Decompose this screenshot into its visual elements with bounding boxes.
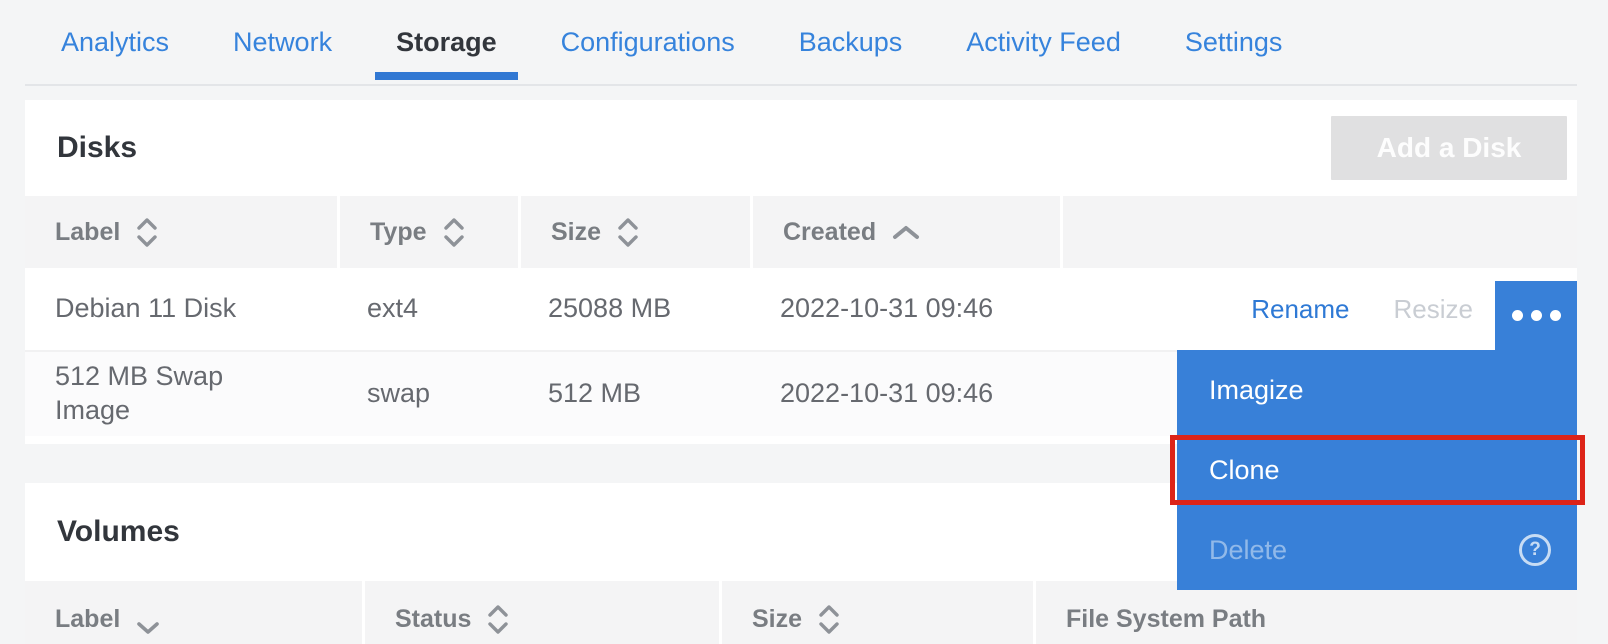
disks-col-type[interactable]: Type [337, 196, 518, 268]
sort-both-icon [443, 218, 465, 247]
disk-size-cell: 512 MB [518, 352, 750, 436]
disks-col-actions [1060, 196, 1577, 268]
volumes-col-size-text: Size [752, 605, 802, 634]
ellipsis-icon [1512, 310, 1523, 321]
disks-header-row: Disks Add a Disk [25, 100, 1577, 196]
tab-activity-feed[interactable]: Activity Feed [945, 0, 1142, 84]
disk-type-cell: ext4 [337, 268, 518, 350]
disks-col-created[interactable]: Created [750, 196, 1060, 268]
menu-item-delete[interactable]: Delete ? [1177, 510, 1577, 590]
storage-page: Analytics Network Storage Configurations… [0, 0, 1608, 644]
menu-item-delete-label: Delete [1209, 535, 1287, 566]
disks-col-created-text: Created [783, 218, 876, 247]
tab-backups[interactable]: Backups [778, 0, 924, 84]
menu-item-imagize-label: Imagize [1209, 375, 1304, 406]
help-icon[interactable]: ? [1519, 534, 1551, 566]
disks-title: Disks [57, 131, 137, 165]
sort-asc-icon [892, 225, 920, 240]
disk-size-cell: 25088 MB [518, 268, 750, 350]
volumes-table-header: Label Status Size File Sy [25, 581, 1577, 644]
menu-item-clone[interactable]: Clone [1177, 430, 1577, 510]
ellipsis-icon [1550, 310, 1561, 321]
volumes-col-label-text: Label [55, 605, 120, 634]
disks-col-size-text: Size [551, 218, 601, 247]
sort-desc-icon [136, 621, 160, 634]
volumes-title: Volumes [57, 515, 180, 549]
sort-both-icon [487, 605, 509, 634]
menu-item-clone-label: Clone [1209, 455, 1280, 486]
tab-storage[interactable]: Storage [375, 0, 518, 84]
disks-col-label-text: Label [55, 218, 120, 247]
volumes-col-label[interactable]: Label [25, 581, 362, 644]
disks-col-type-text: Type [370, 218, 427, 247]
volumes-col-fs-path[interactable]: File System Path [1033, 581, 1577, 644]
rename-button[interactable]: Rename [1251, 293, 1349, 326]
disks-table-header: Label Type Size [25, 196, 1577, 268]
volumes-col-size[interactable]: Size [719, 581, 1033, 644]
tab-network[interactable]: Network [212, 0, 353, 84]
disks-col-size[interactable]: Size [518, 196, 750, 268]
disk-type-cell: swap [337, 352, 518, 436]
add-a-disk-button[interactable]: Add a Disk [1331, 116, 1567, 180]
volumes-col-status-text: Status [395, 605, 471, 634]
table-row-debian-disk: Debian 11 Disk ext4 25088 MB 2022-10-31 … [25, 268, 1577, 350]
sort-both-icon [617, 218, 639, 247]
tab-analytics[interactable]: Analytics [40, 0, 190, 84]
tab-configurations[interactable]: Configurations [540, 0, 756, 84]
tab-settings[interactable]: Settings [1164, 0, 1304, 84]
row-actions-menu-button[interactable] [1495, 281, 1577, 350]
action-menu: Imagize Clone Delete ? [1177, 350, 1577, 590]
disk-created-cell: 2022-10-31 09:46 [750, 268, 1060, 350]
volumes-col-fs-path-text: File System Path [1066, 605, 1266, 634]
disk-label-cell: Debian 11 Disk [25, 268, 337, 350]
volumes-col-status[interactable]: Status [362, 581, 719, 644]
sort-both-icon [136, 218, 158, 247]
sort-both-icon [818, 605, 840, 634]
tab-bar: Analytics Network Storage Configurations… [25, 0, 1577, 86]
ellipsis-icon [1531, 310, 1542, 321]
disk-actions-cell: Rename Resize [1060, 268, 1577, 350]
menu-item-imagize[interactable]: Imagize [1177, 350, 1577, 430]
disk-created-cell: 2022-10-31 09:46 [750, 352, 1060, 436]
disk-label-cell: 512 MB Swap Image [25, 352, 337, 436]
disks-col-label[interactable]: Label [25, 196, 337, 268]
resize-button[interactable]: Resize [1394, 293, 1473, 326]
